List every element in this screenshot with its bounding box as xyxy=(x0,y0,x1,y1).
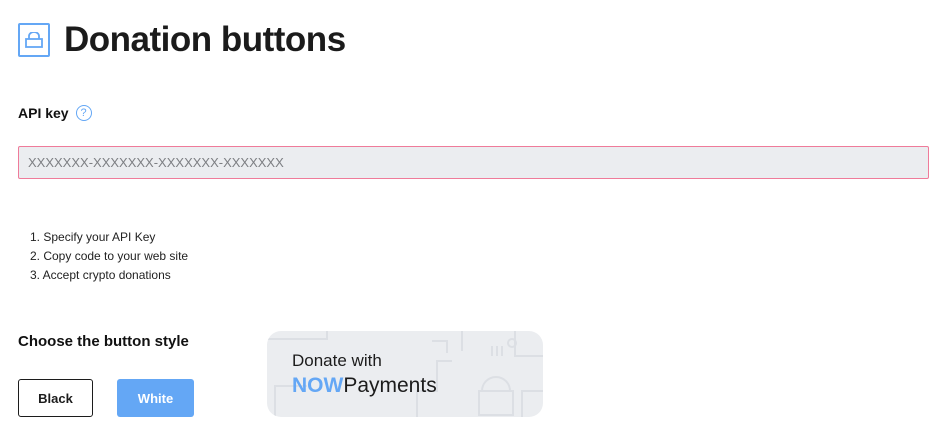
list-item: 1. Specify your API Key xyxy=(30,230,156,244)
api-key-input[interactable] xyxy=(18,146,929,179)
api-key-label: API key xyxy=(18,105,69,121)
button-style-heading: Choose the button style xyxy=(18,333,189,350)
api-key-label-row: API key ? xyxy=(18,105,92,121)
page-header: Donation buttons xyxy=(18,20,346,60)
donate-button-preview[interactable]: Donate with NOWPayments xyxy=(267,331,543,417)
question-icon[interactable]: ? xyxy=(75,105,92,121)
preview-donate-text: Donate with xyxy=(292,351,382,370)
black-style-button[interactable]: Black xyxy=(18,379,93,417)
brand-payments: Payments xyxy=(343,374,437,397)
list-item: 2. Copy code to your web site xyxy=(30,249,189,263)
instructions-list: 1. Specify your API Key 2. Copy code to … xyxy=(30,228,188,285)
white-style-button[interactable]: White xyxy=(117,379,194,417)
lock-icon xyxy=(18,23,50,57)
page-title: Donation buttons xyxy=(64,20,346,59)
preview-brand: NOWPayments xyxy=(292,374,437,398)
list-item: 3. Accept crypto donations xyxy=(30,268,171,282)
brand-now: NOW xyxy=(292,374,344,397)
